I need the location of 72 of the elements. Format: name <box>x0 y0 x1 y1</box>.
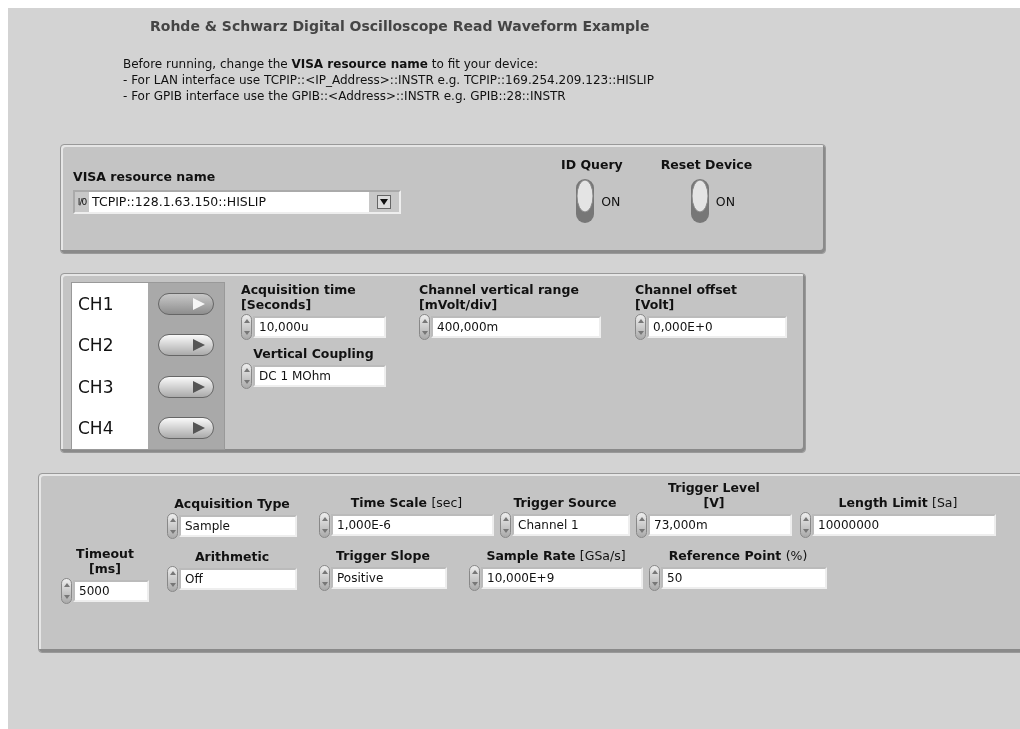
unit-label: [GSa/s] <box>579 548 626 563</box>
control-label: Channel offset <box>635 282 738 297</box>
spinner-arrows-icon[interactable] <box>800 512 811 538</box>
unit-label: [ms] <box>89 561 121 576</box>
numeric-field[interactable]: 50 <box>661 567 827 589</box>
numeric-field[interactable]: 0,000E+0 <box>647 316 787 338</box>
control-label: Trigger Slope <box>336 548 430 563</box>
channel-toggle-button[interactable] <box>158 292 214 315</box>
numeric-field[interactable]: Sample <box>179 515 297 537</box>
unit-label: [sec] <box>431 495 463 510</box>
channel-toggle-button[interactable] <box>158 417 214 440</box>
channel-label: CH2 <box>77 334 115 358</box>
spinner-arrows-icon[interactable] <box>167 566 178 592</box>
control-label: Timeout <box>76 546 134 561</box>
spinner-arrows-icon[interactable] <box>636 512 647 538</box>
spinner-arrows-icon[interactable] <box>167 513 178 539</box>
unit-label: [V] <box>703 495 725 510</box>
control-label: Sample Rate <box>486 548 576 563</box>
spinner-arrows-icon[interactable] <box>241 314 252 340</box>
control-label: Trigger Source <box>513 495 617 510</box>
switch-label: Reset Device <box>660 157 753 172</box>
control-label: Reference Point <box>668 548 782 563</box>
channel-toggle-button[interactable] <box>158 375 214 398</box>
control-label: Length Limit <box>838 495 928 510</box>
window-title: Rohde & Schwarz Digital Oscilloscope Read Waveform Example <box>150 18 651 34</box>
channel-label: CH4 <box>77 417 115 441</box>
resource-dropdown[interactable]: I/0 TCPIP::128.1.63.150::HISLIP <box>73 190 401 214</box>
control-label: Vertical Coupling <box>253 346 374 361</box>
control-label: Channel vertical range <box>419 282 579 297</box>
numeric-field[interactable]: Channel 1 <box>512 514 630 536</box>
spinner-arrows-icon[interactable] <box>649 565 660 591</box>
spinner-arrows-icon[interactable] <box>419 314 430 340</box>
toggle-switch[interactable] <box>689 178 710 224</box>
unit-label: (%) <box>785 548 808 563</box>
unit-label: [Sa] <box>932 495 958 510</box>
toggle-switch[interactable] <box>575 178 596 224</box>
instruction-text: - For GPIB interface use the GPIB::<Address>::INSTR e.g. GPIB::28::INSTR <box>123 88 567 104</box>
switch-state-label: ON <box>715 193 736 209</box>
control-label: Trigger Level <box>668 480 760 495</box>
numeric-field[interactable]: 10,000u <box>253 316 386 338</box>
channel-label: CH3 <box>77 375 115 399</box>
numeric-field[interactable]: Off <box>179 568 297 590</box>
numeric-field[interactable]: 5000 <box>73 580 149 602</box>
control-label: Time Scale <box>350 495 428 510</box>
spinner-arrows-icon[interactable] <box>61 578 72 604</box>
spinner-arrows-icon[interactable] <box>500 512 511 538</box>
spinner-arrows-icon[interactable] <box>319 512 330 538</box>
control-label: Acquisition time <box>241 282 356 297</box>
channel-label: CH1 <box>77 292 115 316</box>
unit-label: [mVolt/div] <box>419 297 498 312</box>
numeric-field[interactable]: 10,000E+9 <box>481 567 643 589</box>
spinner-arrows-icon[interactable] <box>319 565 330 591</box>
instruction-text: - For LAN interface use TCPIP::<IP_Address>::INSTR e.g. TCPIP::169.254.209.123::HISLIP <box>123 72 655 88</box>
control-label: Acquisition Type <box>174 496 290 511</box>
unit-label: [Volt] <box>635 297 675 312</box>
numeric-field[interactable]: 400,000m <box>431 316 601 338</box>
numeric-field[interactable]: DC 1 MOhm <box>253 365 386 387</box>
numeric-field[interactable]: 73,000m <box>648 514 792 536</box>
numeric-field[interactable]: 10000000 <box>812 514 996 536</box>
instruction-text: Before running, change the VISA resource name to fit your device: <box>123 56 539 72</box>
spinner-arrows-icon[interactable] <box>241 363 252 389</box>
switch-label: ID Query <box>561 157 623 172</box>
numeric-field[interactable]: Positive <box>331 567 447 589</box>
numeric-field[interactable]: 1,000E-6 <box>331 514 494 536</box>
control-label: Arithmetic <box>194 549 270 564</box>
spinner-arrows-icon[interactable] <box>469 565 480 591</box>
unit-label: [Seconds] <box>241 297 312 312</box>
io-prefix: I/0 <box>76 197 88 207</box>
channel-toggle-button[interactable] <box>158 334 214 357</box>
spinner-arrows-icon[interactable] <box>635 314 646 340</box>
field-label: VISA resource name <box>73 169 217 184</box>
switch-state-label: ON <box>601 193 621 209</box>
